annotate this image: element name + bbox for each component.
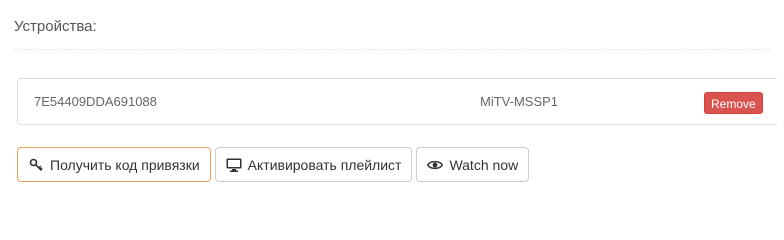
- watch-now-button[interactable]: Watch now: [416, 147, 530, 182]
- get-link-code-button[interactable]: Получить код привязки: [17, 147, 211, 182]
- activate-playlist-label: Активировать плейлист: [247, 156, 402, 173]
- get-link-code-label: Получить код привязки: [50, 156, 200, 173]
- section-title: Устройства:: [14, 18, 97, 35]
- device-id: 7E54409DDA691088: [34, 94, 157, 109]
- activate-playlist-button[interactable]: Активировать плейлист: [214, 147, 413, 182]
- device-name: MiTV-MSSP1: [480, 94, 559, 109]
- key-icon: [28, 157, 44, 173]
- eye-icon: [427, 157, 444, 173]
- watch-now-label: Watch now: [449, 156, 519, 173]
- divider: [14, 49, 770, 50]
- action-buttons: Получить код привязки Активировать плейл…: [17, 147, 530, 182]
- device-row: 7E54409DDA691088 MiTV-MSSP1 Remove: [17, 78, 777, 125]
- devices-panel: Устройства: 7E54409DDA691088 MiTV-MSSP1 …: [0, 0, 784, 201]
- remove-device-button[interactable]: Remove: [704, 92, 763, 114]
- monitor-icon: [226, 157, 242, 173]
